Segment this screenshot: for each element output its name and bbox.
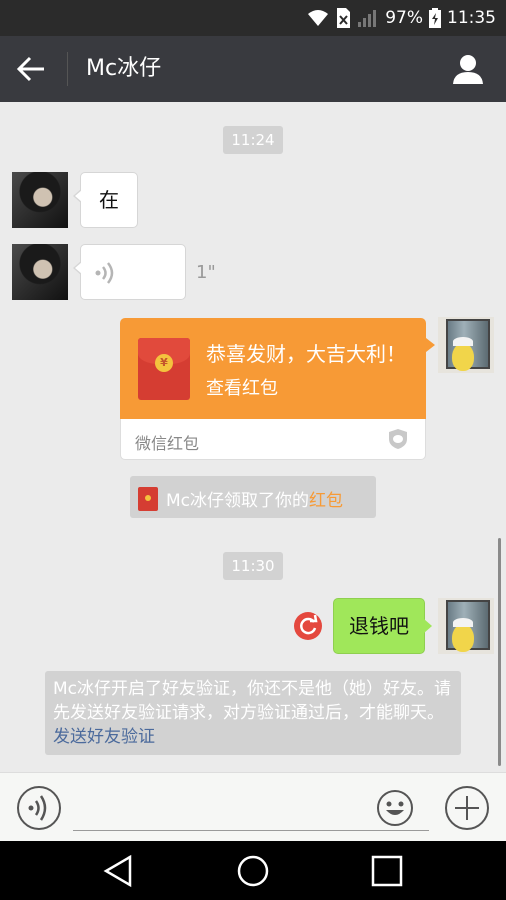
battery-percent: 97% bbox=[385, 8, 423, 28]
message-input-bar bbox=[0, 772, 506, 841]
send-verification-link[interactable]: 发送好友验证 bbox=[53, 727, 155, 747]
wechat-shield-icon bbox=[389, 429, 407, 449]
small-red-envelope-icon bbox=[138, 487, 158, 511]
red-packet-title: 恭喜发财，大吉大利！ bbox=[206, 342, 406, 366]
red-packet-body: ¥ 恭喜发财，大吉大利！ 查看红包 bbox=[120, 318, 426, 419]
title-divider bbox=[67, 52, 68, 86]
refresh-icon bbox=[300, 614, 318, 635]
red-packet-subtitle: 查看红包 bbox=[206, 378, 278, 399]
resend-button[interactable] bbox=[294, 612, 322, 640]
voice-wave-icon bbox=[95, 262, 114, 284]
received-text-bubble[interactable]: 在 bbox=[73, 172, 138, 228]
nav-home-icon[interactable] bbox=[236, 854, 270, 888]
scrollbar[interactable] bbox=[498, 538, 501, 766]
battery-icon bbox=[429, 8, 441, 28]
sim-error-icon bbox=[337, 8, 351, 28]
red-packet-link[interactable]: 红包 bbox=[309, 491, 343, 511]
red-packet-footer: 微信红包 bbox=[120, 419, 426, 460]
profile-icon[interactable] bbox=[452, 54, 484, 84]
contact-avatar[interactable] bbox=[12, 172, 68, 228]
chat-area[interactable]: 11:24 在 1" ¥ 恭喜发财，大吉大利！ 查看红包 微信红包 Mc冰仔领取… bbox=[0, 102, 506, 772]
voice-input-icon[interactable] bbox=[16, 785, 62, 831]
chat-title-bar: Mc冰仔 bbox=[0, 36, 506, 102]
voice-message-bubble[interactable] bbox=[73, 244, 186, 300]
system-nav-bar bbox=[0, 841, 506, 900]
nav-recents-icon[interactable] bbox=[370, 854, 404, 888]
status-time: 11:35 bbox=[447, 8, 496, 28]
coin-icon: ¥ bbox=[155, 354, 173, 372]
contact-avatar[interactable] bbox=[12, 244, 68, 300]
voice-duration: 1" bbox=[196, 262, 216, 283]
red-envelope-icon: ¥ bbox=[138, 338, 190, 400]
my-avatar[interactable] bbox=[438, 598, 494, 654]
contact-name: Mc冰仔 bbox=[86, 56, 162, 81]
red-packet-claimed-notice: Mc冰仔领取了你的红包 bbox=[130, 476, 376, 518]
red-packet-brand: 微信红包 bbox=[135, 434, 200, 453]
timestamp: 11:30 bbox=[223, 552, 283, 580]
status-bar: 97% 11:35 bbox=[0, 0, 506, 36]
back-arrow-icon[interactable] bbox=[14, 53, 48, 85]
red-packet-message[interactable]: ¥ 恭喜发财，大吉大利！ 查看红包 微信红包 bbox=[120, 318, 435, 460]
friend-verify-notice: Mc冰仔开启了好友验证，你还不是他（她）好友。请先发送好友验证请求，对方验证通过… bbox=[45, 671, 461, 755]
my-avatar[interactable] bbox=[438, 317, 494, 373]
nav-back-icon[interactable] bbox=[102, 854, 136, 888]
emoji-icon[interactable] bbox=[376, 789, 414, 827]
timestamp: 11:24 bbox=[223, 126, 283, 154]
more-actions-icon[interactable] bbox=[444, 785, 490, 831]
sent-text-bubble[interactable]: 退钱吧 bbox=[333, 598, 432, 654]
signal-icon bbox=[358, 10, 377, 27]
wifi-icon bbox=[308, 10, 329, 26]
